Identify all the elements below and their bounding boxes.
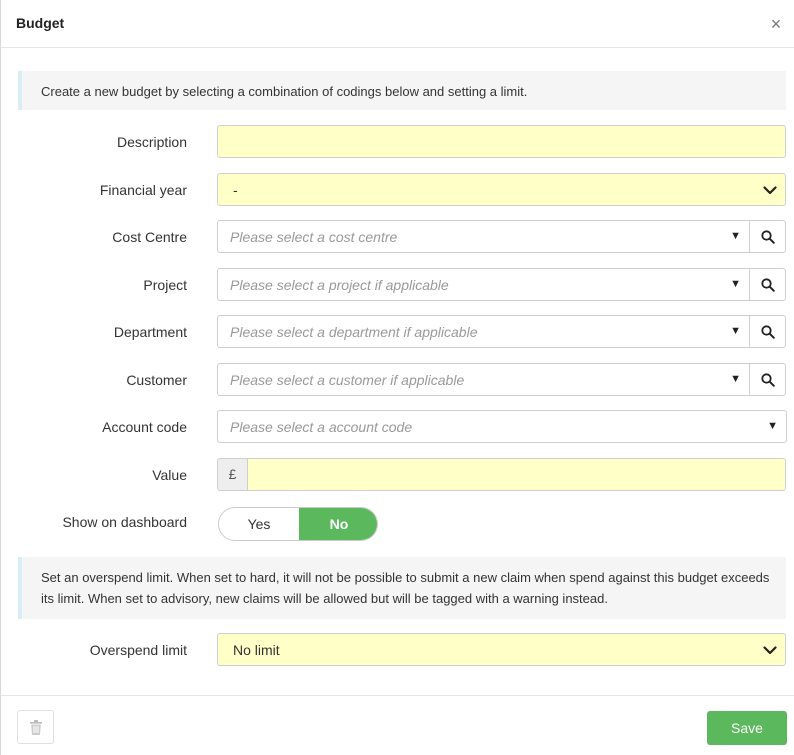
cost-centre-search-button[interactable]	[749, 220, 786, 253]
close-icon[interactable]: ×	[768, 14, 784, 34]
project-select[interactable]: Please select a project if applicable ▼	[217, 268, 750, 301]
chevron-down-icon	[763, 646, 777, 655]
overspend-limit-value: No limit	[233, 642, 280, 658]
customer-label: Customer	[126, 372, 187, 388]
account-code-label: Account code	[102, 419, 187, 435]
department-label: Department	[113, 324, 187, 340]
currency-addon: £	[217, 458, 248, 491]
toggle-no-option[interactable]: No	[299, 508, 377, 540]
search-icon	[761, 278, 775, 292]
description-input[interactable]	[218, 126, 785, 157]
financial-year-label: Financial year	[99, 182, 187, 198]
project-placeholder: Please select a project if applicable	[230, 277, 449, 293]
overspend-limit-label: Overspend limit	[89, 642, 187, 658]
intro-text: Create a new budget by selecting a combi…	[41, 84, 528, 99]
search-icon	[761, 373, 775, 387]
project-search-button[interactable]	[749, 268, 786, 301]
cost-centre-placeholder: Please select a cost centre	[230, 229, 398, 245]
financial-year-value: -	[233, 182, 238, 198]
delete-button[interactable]	[17, 710, 54, 744]
financial-year-select[interactable]: -	[217, 173, 786, 206]
budget-modal: Budget × Create a new budget by selectin…	[0, 0, 794, 755]
caret-down-icon: ▼	[767, 420, 778, 432]
save-button[interactable]: Save	[707, 711, 787, 745]
account-code-select[interactable]: Please select a account code ▼	[217, 410, 787, 443]
value-input[interactable]	[248, 459, 785, 490]
show-on-dashboard-toggle[interactable]: Yes No	[218, 507, 378, 541]
caret-down-icon: ▼	[730, 278, 741, 290]
cost-centre-label: Cost Centre	[112, 229, 187, 245]
toggle-yes-option[interactable]: Yes	[219, 508, 299, 540]
caret-down-icon: ▼	[730, 230, 741, 242]
search-icon	[761, 325, 775, 339]
customer-search-button[interactable]	[749, 363, 786, 396]
description-label: Description	[116, 134, 187, 150]
caret-down-icon: ▼	[730, 325, 741, 337]
department-placeholder: Please select a department if applicable	[230, 324, 478, 340]
customer-placeholder: Please select a customer if applicable	[230, 372, 465, 388]
value-label: Value	[152, 467, 187, 483]
show-on-dashboard-label: Show on dashboard	[62, 514, 187, 530]
intro-info-box: Create a new budget by selecting a combi…	[18, 71, 786, 110]
overspend-limit-select[interactable]: No limit	[217, 633, 786, 666]
modal-header: Budget ×	[1, 0, 794, 48]
value-field[interactable]	[247, 458, 786, 491]
chevron-down-icon	[763, 186, 777, 195]
account-code-placeholder: Please select a account code	[230, 419, 413, 435]
modal-title: Budget	[16, 15, 65, 31]
overspend-info-box: Set an overspend limit. When set to hard…	[18, 557, 786, 619]
cost-centre-select[interactable]: Please select a cost centre ▼	[217, 220, 750, 253]
modal-footer: Save	[1, 695, 794, 755]
customer-select[interactable]: Please select a customer if applicable ▼	[217, 363, 750, 396]
department-search-button[interactable]	[749, 315, 786, 348]
description-field[interactable]	[217, 125, 786, 158]
trash-icon	[30, 720, 42, 735]
caret-down-icon: ▼	[730, 373, 741, 385]
department-select[interactable]: Please select a department if applicable…	[217, 315, 750, 348]
project-label: Project	[143, 277, 187, 293]
search-icon	[761, 230, 775, 244]
overspend-info-text: Set an overspend limit. When set to hard…	[41, 570, 770, 606]
